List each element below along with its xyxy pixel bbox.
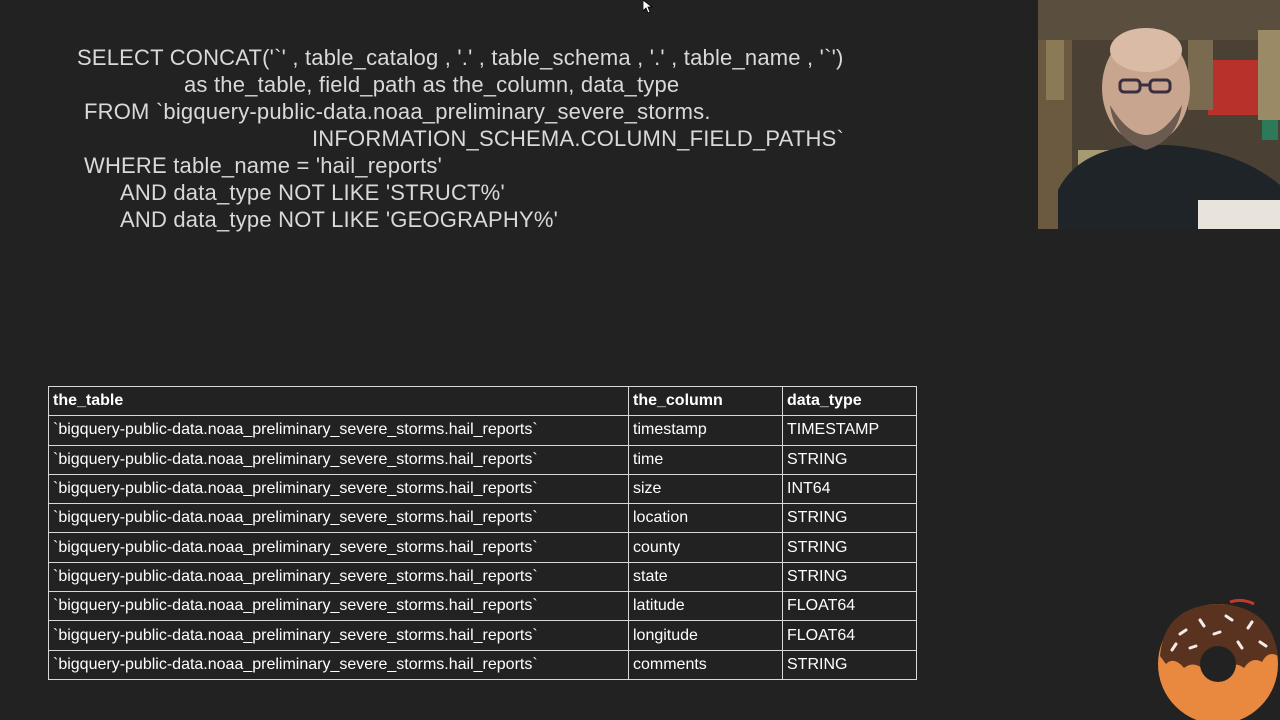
sql-line: WHERE table_name = 'hail_reports' — [84, 153, 442, 178]
table-row: `bigquery-public-data.noaa_preliminary_s… — [48, 649, 917, 680]
table-row: `bigquery-public-data.noaa_preliminary_s… — [48, 591, 917, 622]
table-row: `bigquery-public-data.noaa_preliminary_s… — [48, 561, 917, 593]
sql-line: INFORMATION_SCHEMA.COLUMN_FIELD_PATHS` — [312, 126, 844, 151]
table-row: `bigquery-public-data.noaa_preliminary_s… — [48, 532, 917, 563]
table-cell: `bigquery-public-data.noaa_preliminary_s… — [48, 620, 629, 651]
table-cell: FLOAT64 — [782, 620, 917, 651]
table-row: `bigquery-public-data.noaa_preliminary_s… — [48, 473, 917, 505]
table-cell: time — [628, 444, 783, 475]
results-table: the_table the_column data_type `bigquery… — [48, 385, 917, 680]
table-row: `bigquery-public-data.noaa_preliminary_s… — [48, 620, 917, 651]
table-cell: latitude — [628, 591, 783, 622]
table-row: `bigquery-public-data.noaa_preliminary_s… — [48, 503, 917, 534]
table-row: `bigquery-public-data.noaa_preliminary_s… — [48, 415, 917, 446]
table-cell: size — [628, 473, 783, 505]
table-cell: `bigquery-public-data.noaa_preliminary_s… — [48, 532, 629, 563]
table-header-row: the_table the_column data_type — [48, 385, 917, 417]
donut-logo-icon — [1158, 598, 1278, 720]
table-cell: timestamp — [628, 415, 783, 446]
mouse-cursor-icon — [643, 0, 653, 14]
table-cell: `bigquery-public-data.noaa_preliminary_s… — [48, 473, 629, 505]
table-cell: `bigquery-public-data.noaa_preliminary_s… — [48, 444, 629, 475]
table-cell: `bigquery-public-data.noaa_preliminary_s… — [48, 591, 629, 622]
table-cell: `bigquery-public-data.noaa_preliminary_s… — [48, 503, 629, 534]
table-cell: STRING — [782, 649, 917, 680]
table-cell: INT64 — [782, 473, 917, 505]
table-cell: TIMESTAMP — [782, 415, 917, 446]
table-cell: state — [628, 561, 783, 593]
table-cell: STRING — [782, 503, 917, 534]
column-header: the_column — [628, 385, 783, 417]
table-cell: `bigquery-public-data.noaa_preliminary_s… — [48, 415, 629, 446]
table-cell: STRING — [782, 532, 917, 563]
table-cell: county — [628, 532, 783, 563]
column-header: the_table — [48, 385, 629, 417]
sql-line: as the_table, field_path as the_column, … — [184, 72, 680, 97]
column-header: data_type — [782, 385, 917, 417]
table-cell: STRING — [782, 561, 917, 593]
table-cell: `bigquery-public-data.noaa_preliminary_s… — [48, 561, 629, 593]
table-cell: location — [628, 503, 783, 534]
sql-line: AND data_type NOT LIKE 'STRUCT%' — [120, 180, 505, 205]
table-row: `bigquery-public-data.noaa_preliminary_s… — [48, 444, 917, 475]
table-cell: longitude — [628, 620, 783, 651]
table-cell: comments — [628, 649, 783, 680]
sql-line: SELECT CONCAT('`' , table_catalog , '.' … — [77, 45, 844, 70]
table-cell: STRING — [782, 444, 917, 475]
presenter-webcam — [1038, 0, 1280, 229]
webcam-frame — [1038, 0, 1280, 229]
sql-line: AND data_type NOT LIKE 'GEOGRAPHY%' — [120, 207, 559, 232]
sql-line: FROM `bigquery-public-data.noaa_prelimin… — [84, 99, 711, 124]
table-cell: `bigquery-public-data.noaa_preliminary_s… — [48, 649, 629, 680]
table-cell: FLOAT64 — [782, 591, 917, 622]
